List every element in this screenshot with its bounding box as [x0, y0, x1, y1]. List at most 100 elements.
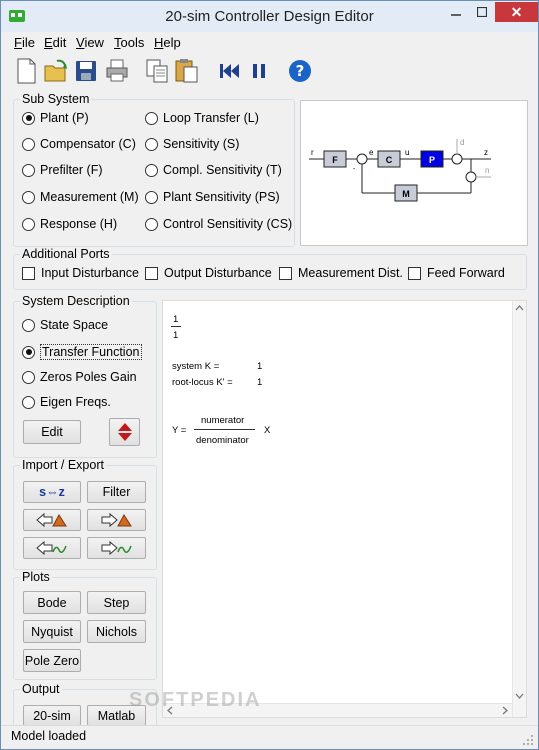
- resize-grip-icon[interactable]: [522, 734, 534, 746]
- ports-label: Additional Ports: [20, 247, 112, 261]
- minimize-icon: [450, 14, 461, 16]
- equation-pane[interactable]: 1 1 system K = 1 root-locus K' = 1 Y = n…: [162, 300, 527, 718]
- radio-compl-sensitivity[interactable]: Compl. Sensitivity (T): [145, 163, 282, 177]
- scroll-down-icon[interactable]: [513, 689, 526, 703]
- s-to-z-button[interactable]: s⇔z: [23, 481, 81, 503]
- sysdesc-group: System Description State Space Transfer …: [13, 294, 157, 458]
- up-down-button[interactable]: [109, 418, 140, 446]
- new-file-icon[interactable]: [13, 57, 39, 85]
- y-x-label: X: [264, 425, 271, 436]
- radio-indicator: [22, 395, 35, 409]
- fraction-denominator: 1: [173, 330, 179, 341]
- status-text: Model loaded: [11, 729, 87, 743]
- fraction-bar: [171, 326, 181, 327]
- scroll-right-icon[interactable]: [498, 704, 512, 717]
- save-icon[interactable]: [73, 57, 99, 85]
- pause-icon[interactable]: [246, 57, 272, 85]
- menu-help[interactable]: Help: [154, 35, 181, 50]
- root-locus-k-label: root-locus K' =: [172, 377, 233, 388]
- maximize-icon: [477, 7, 487, 17]
- block-p-label: P: [429, 155, 435, 165]
- import-data-icon: [36, 540, 67, 556]
- checkbox-box: [145, 266, 158, 280]
- toolbar: ?: [1, 53, 538, 89]
- checkbox-box: [22, 266, 35, 280]
- import-data-button[interactable]: [23, 537, 81, 559]
- nichols-button[interactable]: Nichols: [87, 620, 146, 643]
- radio-indicator: [145, 137, 158, 151]
- import-matlab-button[interactable]: [23, 509, 81, 531]
- y-fraction-bar: [194, 429, 255, 430]
- paste-icon[interactable]: [174, 57, 200, 85]
- menu-file[interactable]: File: [14, 35, 35, 50]
- radio-plant[interactable]: Plant (P): [22, 111, 89, 125]
- checkbox-box: [408, 266, 421, 280]
- nyquist-button[interactable]: Nyquist: [23, 620, 81, 643]
- subsystem-label: Sub System: [20, 92, 92, 106]
- radio-compensator[interactable]: Compensator (C): [22, 137, 136, 151]
- radio-measurement[interactable]: Measurement (M): [22, 190, 139, 204]
- checkbox-feed-forward[interactable]: Feed Forward: [408, 266, 505, 280]
- rewind-icon[interactable]: [216, 57, 242, 85]
- fraction-numerator: 1: [173, 314, 179, 325]
- step-button[interactable]: Step: [87, 591, 146, 614]
- print-icon[interactable]: [104, 57, 130, 85]
- subsystem-group: Sub System Plant (P) Compensator (C) Pre…: [13, 92, 295, 247]
- block-m-label: M: [402, 189, 410, 199]
- checkbox-input-disturbance[interactable]: Input Disturbance: [22, 266, 139, 280]
- radio-control-sensitivity[interactable]: Control Sensitivity (CS): [145, 217, 292, 231]
- help-icon[interactable]: ?: [287, 57, 313, 85]
- block-diagram: r F - e C u P d z n M: [300, 100, 528, 246]
- signal-e: e: [369, 148, 374, 157]
- menu-edit[interactable]: Edit: [44, 35, 66, 50]
- radio-prefilter[interactable]: Prefilter (F): [22, 163, 103, 177]
- export-data-button[interactable]: [87, 537, 146, 559]
- minus-sign: -: [353, 166, 356, 173]
- checkbox-measurement-dist[interactable]: Measurement Dist.: [279, 266, 403, 280]
- signal-d: d: [460, 138, 464, 147]
- radio-response[interactable]: Response (H): [22, 217, 117, 231]
- y-numerator: numerator: [201, 415, 245, 426]
- vertical-scrollbar[interactable]: [512, 301, 526, 717]
- radio-transfer-function[interactable]: Transfer Function: [22, 344, 142, 360]
- sysdesc-label: System Description: [20, 294, 132, 308]
- checkbox-box: [279, 266, 292, 280]
- svg-text:?: ?: [296, 62, 305, 80]
- edit-button[interactable]: Edit: [23, 420, 81, 444]
- copy-icon[interactable]: [144, 57, 170, 85]
- signal-n: n: [485, 166, 489, 175]
- output-20sim-button[interactable]: 20-sim: [23, 705, 81, 726]
- scroll-up-icon[interactable]: [513, 301, 526, 315]
- y-equals-label: Y =: [172, 425, 187, 436]
- radio-indicator: [22, 345, 35, 359]
- block-c-label: C: [386, 155, 393, 165]
- signal-u: u: [405, 148, 409, 157]
- close-button[interactable]: ✕: [495, 2, 538, 22]
- radio-state-space[interactable]: State Space: [22, 318, 108, 332]
- radio-loop-transfer[interactable]: Loop Transfer (L): [145, 111, 259, 125]
- open-folder-icon[interactable]: [43, 57, 69, 85]
- menu-bar: File Edit View Tools Help: [1, 32, 538, 53]
- menu-tools[interactable]: Tools: [114, 35, 144, 50]
- pole-zero-button[interactable]: Pole Zero: [23, 649, 81, 672]
- bode-button[interactable]: Bode: [23, 591, 81, 614]
- filter-button[interactable]: Filter: [87, 481, 146, 503]
- export-matlab-button[interactable]: [87, 509, 146, 531]
- watermark: SOFTPEDIA: [129, 689, 262, 711]
- radio-sensitivity[interactable]: Sensitivity (S): [145, 137, 239, 151]
- title-bar: 20-sim Controller Design Editor ✕: [1, 1, 538, 32]
- status-bar: Model loaded: [1, 725, 538, 749]
- radio-eigen-freqs[interactable]: Eigen Freqs.: [22, 395, 111, 409]
- checkbox-output-disturbance[interactable]: Output Disturbance: [145, 266, 272, 280]
- radio-indicator: [22, 190, 35, 204]
- radio-plant-sensitivity[interactable]: Plant Sensitivity (PS): [145, 190, 280, 204]
- signal-z: z: [484, 148, 488, 157]
- minimize-button[interactable]: [442, 2, 469, 22]
- block-f-label: F: [332, 155, 338, 165]
- root-locus-k-value: 1: [257, 377, 263, 388]
- block-diagram-svg: r F - e C u P d z n M: [309, 138, 491, 202]
- menu-view[interactable]: View: [76, 35, 104, 50]
- importexport-label: Import / Export: [20, 458, 106, 472]
- radio-zeros-poles-gain[interactable]: Zeros Poles Gain: [22, 370, 137, 384]
- maximize-button[interactable]: [469, 2, 495, 22]
